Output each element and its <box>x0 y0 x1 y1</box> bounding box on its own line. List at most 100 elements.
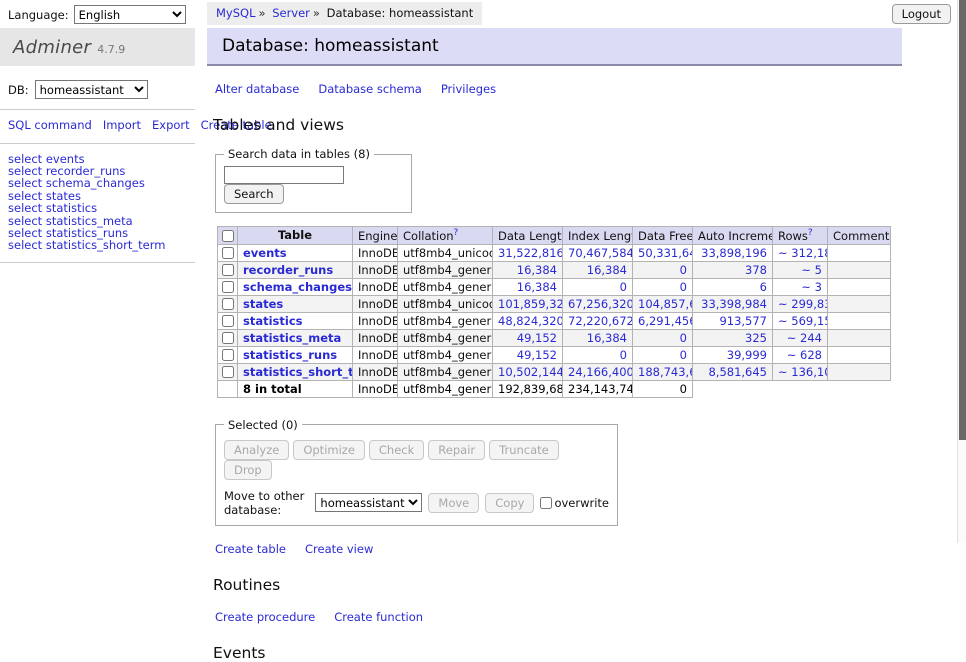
move-button[interactable]: Move <box>428 493 479 513</box>
cell-auto-increment: 33,398,984 <box>693 295 773 312</box>
row-checkbox[interactable] <box>222 366 234 378</box>
main-content: Database: homeassistant Alter databaseDa… <box>207 28 902 662</box>
row-checkbox[interactable] <box>222 315 234 327</box>
logout-button[interactable]: Logout <box>892 4 951 24</box>
table-row: statistics_metaInnoDButf8mb4_general_ci4… <box>218 329 891 346</box>
repair-button[interactable]: Repair <box>428 440 485 460</box>
total-collation: utf8mb4_general_ci <box>398 380 493 397</box>
cell-data-free: 6,291,456 <box>633 312 693 329</box>
help-link[interactable]: ? <box>808 228 813 238</box>
table-link-statistics-short-term[interactable]: statistics_short_term <box>243 365 353 379</box>
table-link-schema-changes[interactable]: schema_changes <box>243 280 352 294</box>
cell-data-length: 49,152 <box>493 329 563 346</box>
breadcrumb: MySQL» Server» Database: homeassistant <box>207 2 482 25</box>
cell-index-length: 16,384 <box>563 261 633 278</box>
selected-buttons-row: AnalyzeOptimizeCheckRepairTruncate Drop <box>224 440 609 480</box>
check-button[interactable]: Check <box>369 440 424 460</box>
database-action-links: Alter database Database schema Privileges <box>215 82 902 96</box>
cell-comment <box>828 244 891 261</box>
db-select[interactable]: homeassistant <box>35 80 148 99</box>
cell-index-length: 70,467,584 <box>563 244 633 261</box>
sidebar-link-import[interactable]: Import <box>103 118 141 132</box>
search-input[interactable] <box>224 166 344 184</box>
cell-rows: ~ 244 <box>773 329 828 346</box>
table-link-statistics[interactable]: statistics <box>243 314 303 328</box>
routine-link-create-procedure[interactable]: Create procedure <box>215 610 315 624</box>
row-checkbox[interactable] <box>222 264 234 276</box>
select-all-checkbox[interactable] <box>222 230 234 242</box>
scrollbar-thumb[interactable] <box>959 0 966 440</box>
total-data-free: 0 <box>633 380 693 397</box>
help-link[interactable]: ? <box>454 228 459 238</box>
column-header-index-length: Index Length? <box>563 227 633 245</box>
overwrite-checkbox[interactable] <box>540 497 552 509</box>
cell-rows: ~ 569,159 <box>773 312 828 329</box>
truncate-button[interactable]: Truncate <box>489 440 559 460</box>
vertical-scrollbar[interactable] <box>957 0 966 543</box>
cell-data-length: 16,384 <box>493 278 563 295</box>
tables-overview-table: TableEngine?Collation?Data Length?Index … <box>217 226 891 398</box>
cell-engine: InnoDB <box>353 346 398 363</box>
app-logo-box: Adminer 4.7.9 <box>0 28 195 66</box>
optimize-button[interactable]: Optimize <box>293 440 365 460</box>
move-database-select[interactable]: homeassistant <box>315 493 422 512</box>
cell-index-length: 72,220,672 <box>563 312 633 329</box>
breadcrumb-server-link[interactable]: Server <box>272 6 310 20</box>
column-header-data-length: Data Length? <box>493 227 563 245</box>
sidebar-divider <box>0 143 195 144</box>
cell-collation: utf8mb4_general_ci <box>398 278 493 295</box>
db-action-alter-database[interactable]: Alter database <box>215 82 299 96</box>
sidebar: Adminer 4.7.9 DB: homeassistant SQL comm… <box>0 28 195 263</box>
column-header-rows: Rows? <box>773 227 828 245</box>
create-link-create-view[interactable]: Create view <box>305 542 373 556</box>
sidebar-link-sql-command[interactable]: SQL command <box>8 118 92 132</box>
create-link-create-table[interactable]: Create table <box>215 542 286 556</box>
sidebar-table-list: select eventsselect recorder_runsselect … <box>8 153 195 252</box>
app-version: 4.7.9 <box>97 43 125 56</box>
cell-data-free: 188,743,680 <box>633 363 693 380</box>
analyze-button[interactable]: Analyze <box>224 440 289 460</box>
routine-links-row: Create procedure Create function <box>215 610 902 624</box>
cell-collation: utf8mb4_unicode_ci <box>398 244 493 261</box>
cell-engine: InnoDB <box>353 295 398 312</box>
table-link-statistics-runs[interactable]: statistics_runs <box>243 348 337 362</box>
drop-button[interactable]: Drop <box>224 460 272 480</box>
breadcrumb-current: Database: homeassistant <box>327 6 474 20</box>
table-link-recorder-runs[interactable]: recorder_runs <box>243 263 333 277</box>
help-link[interactable]: ? <box>889 228 890 238</box>
db-action-database-schema[interactable]: Database schema <box>318 82 421 96</box>
search-button[interactable]: Search <box>224 184 284 204</box>
column-header-auto-increment: Auto Increment? <box>693 227 773 245</box>
cell-rows: ~ 299,833 <box>773 295 828 312</box>
table-link-statistics-meta[interactable]: statistics_meta <box>243 331 341 345</box>
breadcrumb-separator: » <box>259 6 266 20</box>
db-action-privileges[interactable]: Privileges <box>441 82 496 96</box>
select-link-select-statistics-short-term[interactable]: select statistics_short_term <box>8 238 165 252</box>
table-row: recorder_runsInnoDButf8mb4_general_ci16,… <box>218 261 891 278</box>
cell-auto-increment: 378 <box>693 261 773 278</box>
row-checkbox[interactable] <box>222 349 234 361</box>
routine-link-create-function[interactable]: Create function <box>334 610 423 624</box>
move-to-database-label: Move to other database: <box>224 489 309 517</box>
cell-collation: utf8mb4_general_ci <box>398 329 493 346</box>
search-fieldset: Search data in tables (8) Search <box>215 147 412 213</box>
language-select[interactable]: English <box>74 5 186 24</box>
cell-table-name: states <box>238 295 353 312</box>
breadcrumb-mysql-link[interactable]: MySQL <box>216 6 256 20</box>
cell-index-length: 24,166,400 <box>563 363 633 380</box>
row-checkbox[interactable] <box>222 247 234 259</box>
cell-comment <box>828 278 891 295</box>
sidebar-table-item: select statistics_short_term <box>8 239 195 251</box>
table-link-states[interactable]: states <box>243 297 283 311</box>
total-data-length: 192,839,680 <box>493 380 563 397</box>
cell-data-length: 16,384 <box>493 261 563 278</box>
row-checkbox[interactable] <box>222 298 234 310</box>
cell-index-length: 16,384 <box>563 329 633 346</box>
sidebar-link-export[interactable]: Export <box>152 118 190 132</box>
cell-table-name: schema_changes <box>238 278 353 295</box>
row-checkbox[interactable] <box>222 332 234 344</box>
row-checkbox[interactable] <box>222 281 234 293</box>
column-header-data-free: Data Free? <box>633 227 693 245</box>
table-link-events[interactable]: events <box>243 246 287 260</box>
copy-button[interactable]: Copy <box>485 493 534 513</box>
